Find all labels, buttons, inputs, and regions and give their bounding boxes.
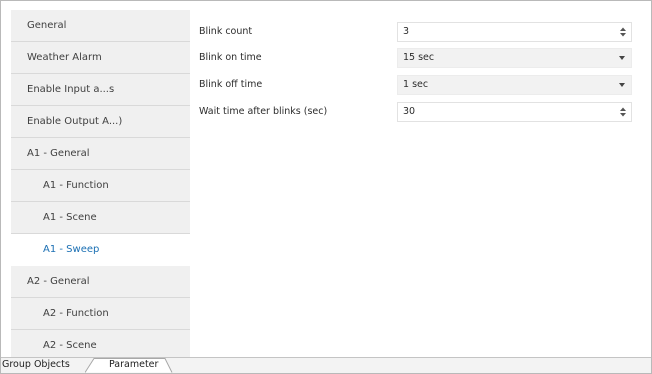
param-label: Blink count [199, 26, 253, 37]
param-label: Blink on time [199, 52, 262, 63]
sidebar-item-a1-sweep[interactable]: A1 - Sweep [11, 234, 190, 266]
spinner-arrows-icon[interactable] [619, 106, 627, 118]
sidebar-item-weather-alarm[interactable]: Weather Alarm [11, 42, 190, 74]
sidebar-item-general[interactable]: General [11, 10, 190, 42]
sidebar-item-enable-inputs[interactable]: Enable Input a...s [11, 74, 190, 106]
sidebar-item-label: Enable Output A...) [27, 116, 123, 127]
sidebar-item-label: A2 - Function [43, 308, 109, 319]
parameter-window: General Weather Alarm Enable Input a...s… [0, 0, 652, 374]
sidebar-item-label: A1 - Scene [43, 212, 97, 223]
param-label: Wait time after blinks (sec) [199, 106, 328, 117]
field-value: 1 sec [403, 79, 429, 90]
wait-time-spinner[interactable]: 30 [397, 102, 632, 122]
sidebar-item-label: A2 - General [27, 276, 90, 287]
sidebar-item-label: A1 - General [27, 148, 90, 159]
field-value: 3 [403, 26, 410, 37]
sidebar-item-a2-scene[interactable]: A2 - Scene [11, 330, 190, 358]
tab-group-objects[interactable]: Group Objects [2, 358, 82, 373]
sidebar-item-a2-general[interactable]: A2 - General [11, 266, 190, 298]
param-row-wait-time: Wait time after blinks (sec) 30 [190, 102, 643, 122]
field-value: 15 sec [403, 52, 435, 63]
sidebar-item-label: Weather Alarm [27, 52, 102, 63]
sidebar-item-a1-scene[interactable]: A1 - Scene [11, 202, 190, 234]
sidebar-item-enable-outputs[interactable]: Enable Output A...) [11, 106, 190, 138]
sidebar-item-label: Enable Input a...s [27, 84, 115, 95]
chevron-down-icon[interactable] [619, 83, 625, 87]
bottom-tab-bar: Group Objects Parameter [1, 357, 651, 373]
blink-off-time-dropdown[interactable]: 1 sec [397, 75, 632, 95]
sidebar-item-label: A1 - Sweep [43, 244, 100, 255]
spinner-arrows-icon[interactable] [619, 26, 627, 38]
param-row-blink-count: Blink count 3 [190, 22, 643, 42]
blink-on-time-dropdown[interactable]: 15 sec [397, 48, 632, 68]
tab-parameter[interactable]: Parameter [85, 358, 173, 373]
sidebar-item-a1-general[interactable]: A1 - General [11, 138, 190, 170]
param-label: Blink off time [199, 79, 263, 90]
sidebar-item-label: General [27, 20, 67, 31]
sidebar-item-label: A2 - Scene [43, 340, 97, 351]
parameter-panel: Blink count 3 Blink on time 15 sec Blink… [190, 10, 643, 358]
sidebar-item-label: A1 - Function [43, 180, 109, 191]
sidebar-item-a1-function[interactable]: A1 - Function [11, 170, 190, 202]
sidebar-item-a2-function[interactable]: A2 - Function [11, 298, 190, 330]
sidebar: General Weather Alarm Enable Input a...s… [11, 10, 190, 358]
blink-count-spinner[interactable]: 3 [397, 22, 632, 42]
field-value: 30 [403, 106, 416, 117]
param-row-blink-off-time: Blink off time 1 sec [190, 75, 643, 95]
chevron-down-icon[interactable] [619, 56, 625, 60]
param-row-blink-on-time: Blink on time 15 sec [190, 48, 643, 68]
tab-parameter-label: Parameter [109, 359, 159, 370]
